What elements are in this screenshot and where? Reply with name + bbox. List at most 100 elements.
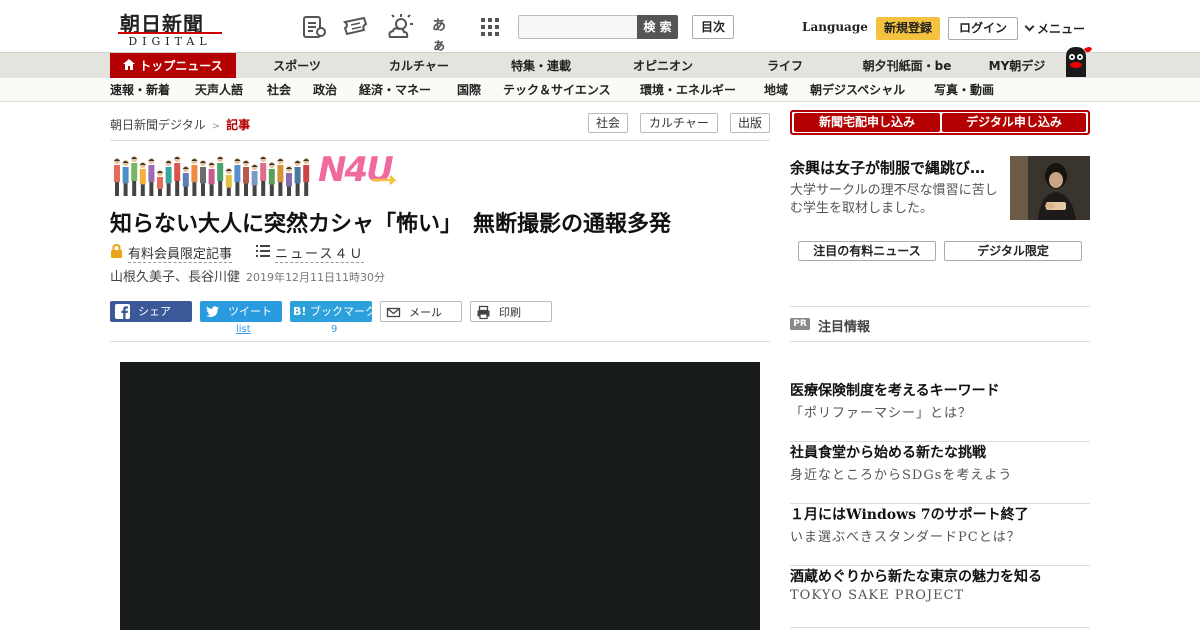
- breadcrumb: 朝日新聞デジタル > 記事: [110, 116, 250, 133]
- nav-my-asadigi[interactable]: MY朝デジ: [980, 53, 1054, 79]
- hatena-bookmark-button[interactable]: B! ブックマーク: [290, 301, 376, 322]
- byline: 山根久美子、長谷川健 2019年12月11日11時30分: [110, 266, 385, 285]
- person-figure: [182, 166, 189, 196]
- nav2-environment[interactable]: 環境・エネルギー: [640, 78, 736, 102]
- tag-publishing[interactable]: 出版: [730, 113, 770, 133]
- list-icon: [256, 245, 270, 257]
- person-figure: [174, 156, 181, 196]
- person-figure: [208, 162, 215, 196]
- nav2-economy[interactable]: 経済・マネー: [359, 78, 431, 102]
- mascot-icon[interactable]: [1058, 43, 1094, 79]
- subscribe-digital-button[interactable]: デジタル申し込み: [942, 113, 1086, 132]
- divider: [110, 341, 770, 342]
- font-size-text: あぁ: [432, 18, 446, 54]
- ticket-icon[interactable]: [342, 13, 370, 41]
- series-link[interactable]: ニュース４Ｕ: [275, 243, 365, 263]
- hatena-bookmark-label: ブックマーク: [310, 305, 376, 318]
- person-figure: [277, 158, 284, 196]
- nav-features[interactable]: 特集・連載: [500, 53, 582, 79]
- asahi-digital-logo[interactable]: 朝日新聞 DIGITAL: [110, 8, 228, 48]
- print-button[interactable]: 印刷: [470, 301, 552, 322]
- nav2-photo-video[interactable]: 写真・動画: [934, 78, 994, 102]
- printer-icon: [477, 305, 490, 320]
- search-button[interactable]: 検 索: [637, 15, 678, 39]
- chevron-down-icon: [1024, 21, 1035, 32]
- person-figure: [165, 160, 172, 196]
- breadcrumb-current: 記事: [226, 118, 251, 132]
- person-figure: [131, 156, 138, 196]
- search-input[interactable]: [518, 15, 638, 39]
- home-icon: [123, 53, 136, 79]
- nav2-tensei[interactable]: 天声人語: [195, 78, 243, 102]
- pr-item-subtitle: いま選ぶべきスタンダードPCとは？: [790, 530, 1021, 545]
- pr-item[interactable]: １月にはWindows 7のサポート終了 いま選ぶべきスタンダードPCとは？: [790, 504, 1090, 566]
- pr-item-title: 医療保険制度を考えるキーワード: [790, 383, 1000, 399]
- font-size-icon[interactable]: あぁ: [430, 13, 458, 54]
- primary-nav: トップニュース スポーツ カルチャー 特集・連載 オピニオン ライフ 朝夕刊紙面…: [0, 52, 1200, 79]
- nav2-special[interactable]: 朝デジスペシャル: [810, 78, 905, 102]
- paid-member-label[interactable]: 有料会員限定記事: [128, 243, 233, 263]
- paid-news-button[interactable]: 注目の有料ニュース: [798, 241, 936, 261]
- authors: 山根久美子、長谷川健: [110, 270, 241, 285]
- twitter-tweet-button[interactable]: ツイート: [200, 301, 282, 322]
- register-button[interactable]: 新規登録: [876, 17, 940, 40]
- article-video-player[interactable]: [120, 362, 760, 630]
- facebook-share-label: シェア: [138, 305, 171, 318]
- nav2-international[interactable]: 国際: [457, 78, 481, 102]
- nav2-politics[interactable]: 政治: [313, 78, 337, 102]
- nav2-society[interactable]: 社会: [267, 78, 291, 102]
- nav-sports[interactable]: スポーツ: [258, 53, 336, 79]
- grid-menu-icon[interactable]: [476, 13, 504, 41]
- nav-paper-be[interactable]: 朝夕刊紙面・be: [852, 53, 962, 79]
- tag-culture[interactable]: カルチャー: [640, 113, 718, 133]
- person-figure: [122, 160, 129, 196]
- person-figure: [260, 156, 267, 196]
- mail-button[interactable]: メール: [380, 301, 462, 322]
- site-header: 朝日新聞 DIGITAL あぁ 検 索 目次 Language 新規登録 ログイ…: [0, 0, 1200, 54]
- pr-item[interactable]: 医療保険制度を考えるキーワード 「ポリファーマシー」とは？: [790, 380, 1090, 442]
- subscribe-paper-button[interactable]: 新聞宅配申し込み: [794, 113, 940, 132]
- person-figure: [200, 160, 206, 196]
- nav2-breaking[interactable]: 速報・新着: [110, 78, 170, 102]
- hatena-count[interactable]: 9: [331, 324, 337, 335]
- feature-thumbnail[interactable]: [1010, 156, 1090, 220]
- feature-description: 大学サークルの理不尽な慣習に苦しむ学生を取材しました。: [790, 183, 998, 216]
- nav-culture[interactable]: カルチャー: [380, 53, 458, 79]
- language-link[interactable]: Language: [802, 20, 868, 34]
- pr-item-subtitle: 身近なところからSDGsを考えよう: [790, 468, 1013, 483]
- nav2-tech-science[interactable]: テック＆サイエンス: [503, 78, 611, 102]
- pr-section-title: 注目情報: [818, 320, 871, 335]
- newspaper-icon[interactable]: [300, 13, 328, 41]
- pr-item-title: 酒蔵めぐりから新たな東京の魅力を知る: [790, 569, 1042, 585]
- breadcrumb-home[interactable]: 朝日新聞デジタル: [110, 118, 206, 132]
- nav2-region[interactable]: 地域: [764, 78, 788, 102]
- facebook-share-button[interactable]: シェア: [110, 301, 192, 322]
- secondary-nav: 速報・新着 天声人語 社会 政治 経済・マネー 国際 テック＆サイエンス 環境・…: [0, 78, 1200, 102]
- login-button[interactable]: ログイン: [948, 17, 1018, 40]
- digital-only-button[interactable]: デジタル限定: [944, 241, 1082, 261]
- menu-button[interactable]: メニュー: [1024, 20, 1085, 37]
- hatena-icon: B!: [293, 305, 307, 318]
- twitter-count[interactable]: list: [236, 324, 251, 335]
- weather-icon[interactable]: [386, 13, 414, 41]
- pr-badge: PR: [790, 318, 810, 330]
- nav-opinion[interactable]: オピニオン: [622, 53, 704, 79]
- feature-title[interactable]: 余興は女子が制服で縄跳び…: [790, 157, 1000, 178]
- lock-icon: [111, 244, 122, 258]
- person-figure: [217, 156, 224, 196]
- twitter-icon: [206, 306, 219, 317]
- person-figure: [294, 160, 301, 196]
- person-figure: [234, 158, 241, 196]
- person-figure: [139, 162, 146, 196]
- publish-date: 2019年12月11日11時30分: [246, 271, 385, 284]
- pr-item[interactable]: 社員食堂から始める新たな挑戦 身近なところからSDGsを考えよう: [790, 442, 1090, 504]
- nav-life[interactable]: ライフ: [756, 53, 814, 79]
- person-figure: [157, 170, 163, 196]
- person-figure: [243, 160, 249, 196]
- tag-society[interactable]: 社会: [588, 113, 628, 133]
- person-figure: [225, 168, 232, 196]
- contents-button[interactable]: 目次: [692, 15, 734, 39]
- person-figure: [251, 164, 258, 196]
- nav-top-news[interactable]: トップニュース: [110, 53, 236, 79]
- pr-item[interactable]: 酒蔵めぐりから新たな東京の魅力を知る TOKYO SAKE PROJECT: [790, 566, 1090, 628]
